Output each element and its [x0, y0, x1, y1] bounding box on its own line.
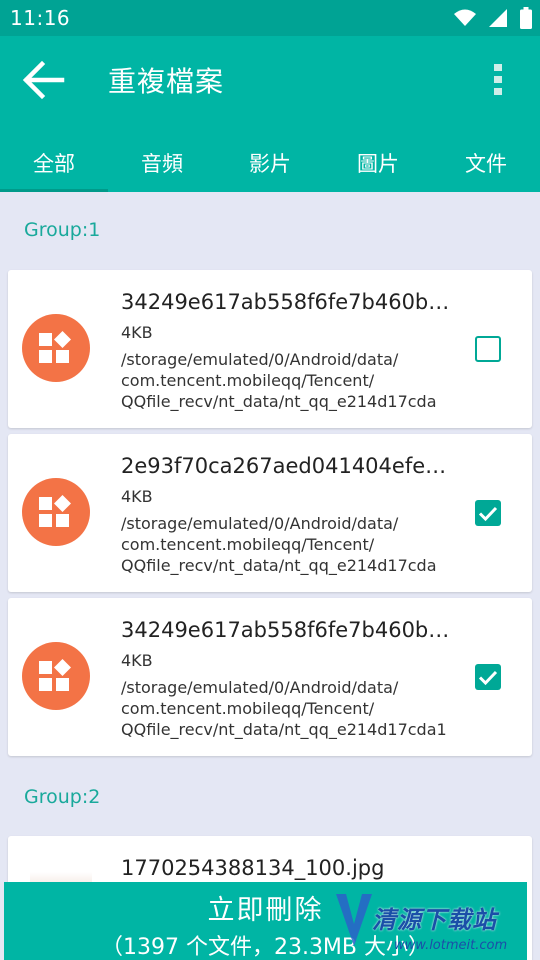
tab-audio[interactable]: 音頻 [108, 140, 216, 192]
battery-icon [520, 7, 532, 29]
file-card[interactable]: 34249e617ab558f6fe7b460b5... 4KB /storag… [8, 270, 532, 428]
file-size: 4KB [121, 323, 153, 342]
watermark-logo: 清源下载站 www.lotmeit.com [334, 890, 534, 958]
select-checkbox[interactable] [475, 500, 501, 526]
tab-bar: 全部 音頻 影片 圖片 文件 [0, 140, 540, 192]
file-size: 4KB [121, 651, 153, 670]
file-path: /storage/emulated/0/Android/data/ com.te… [121, 678, 447, 739]
file-card[interactable]: 2e93f70ca267aed041404efe9... 4KB /storag… [8, 434, 532, 592]
file-app-icon [22, 314, 90, 382]
file-name: 34249e617ab558f6fe7b460b5... [121, 290, 457, 314]
wifi-icon [454, 9, 476, 26]
signal-icon [489, 9, 507, 27]
watermark-text: 清源下载站 [372, 906, 497, 934]
arrow-left-icon[interactable] [22, 60, 66, 100]
watermark-v-icon [336, 894, 372, 946]
more-vertical-icon[interactable] [488, 62, 508, 98]
group-header: Group:1 [0, 192, 540, 270]
tab-video[interactable]: 影片 [216, 140, 324, 192]
group-header: Group:2 [0, 759, 540, 837]
watermark-url: www.lotmeit.com [394, 938, 508, 953]
status-time: 11:16 [10, 6, 71, 30]
file-app-icon [22, 478, 90, 546]
file-app-icon [22, 642, 90, 710]
file-name: 2e93f70ca267aed041404efe9... [121, 454, 457, 478]
check-icon [478, 670, 498, 686]
group-label: Group:1 [24, 219, 101, 241]
tab-documents[interactable]: 文件 [432, 140, 540, 192]
select-checkbox[interactable] [475, 664, 501, 690]
status-icons [454, 7, 532, 29]
tab-images[interactable]: 圖片 [324, 140, 432, 192]
tab-all[interactable]: 全部 [0, 140, 108, 192]
status-bar: 11:16 [0, 0, 540, 36]
file-name: 34249e617ab558f6fe7b460b5... [121, 618, 457, 642]
file-path: /storage/emulated/0/Android/data/ com.te… [121, 350, 437, 411]
app-bar: 重複檔案 全部 音頻 影片 圖片 文件 [0, 36, 540, 192]
select-checkbox[interactable] [475, 336, 501, 362]
file-name: 1770254388134_100.jpg [121, 856, 385, 880]
file-path: /storage/emulated/0/Android/data/ com.te… [121, 514, 437, 575]
check-icon [478, 506, 498, 522]
file-size: 4KB [121, 487, 153, 506]
file-card[interactable]: 34249e617ab558f6fe7b460b5... 4KB /storag… [8, 598, 532, 756]
group-label: Group:2 [24, 786, 101, 808]
page-title: 重複檔案 [108, 65, 225, 98]
